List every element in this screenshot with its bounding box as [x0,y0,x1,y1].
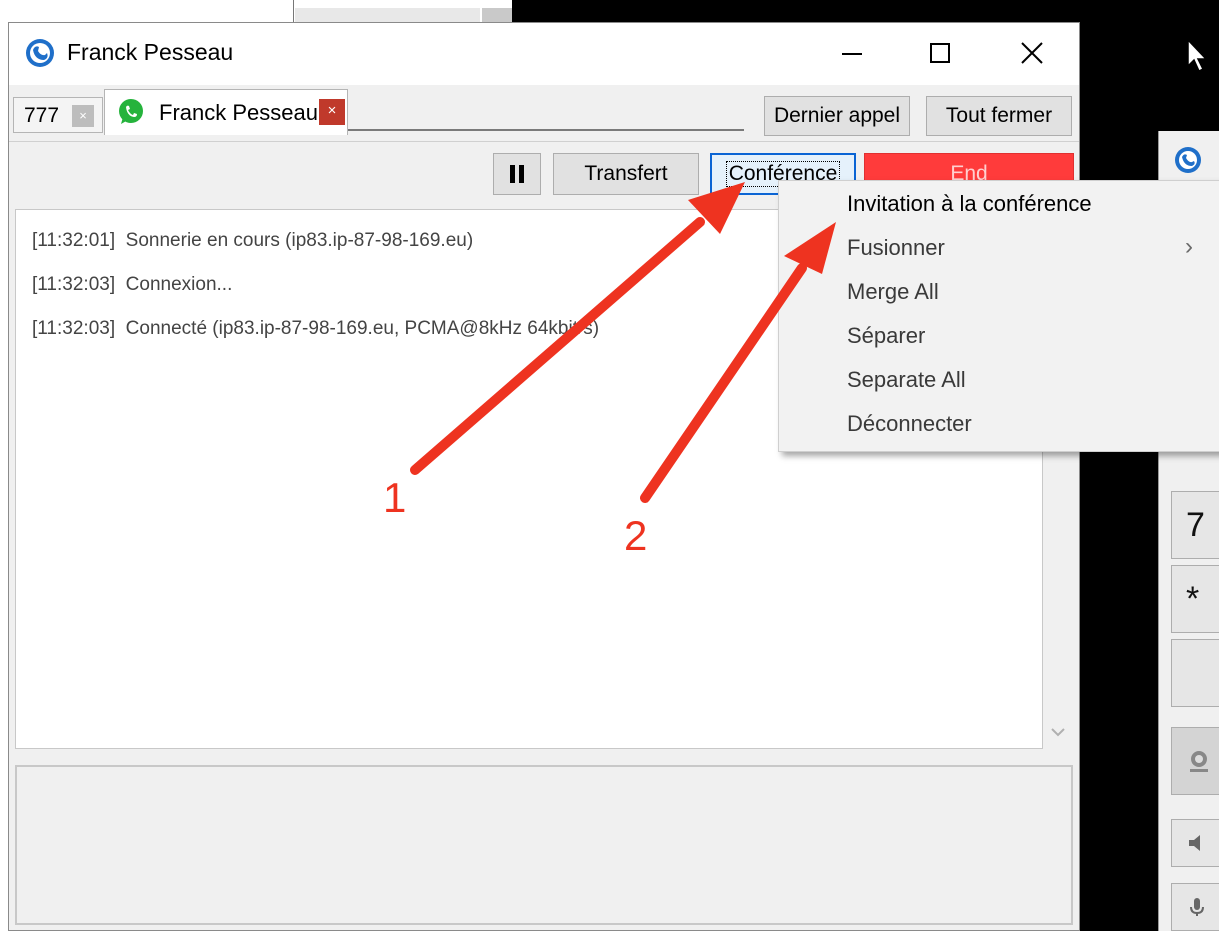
minimize-button[interactable] [829,31,875,75]
mouse-cursor-icon [1187,38,1208,73]
tab-underline [348,129,744,131]
close-all-button[interactable]: Tout fermer [926,96,1072,136]
app-logo-icon [1175,147,1201,173]
microphone-button[interactable] [1171,883,1219,931]
tab-row: 777 × Franck Pesseau × Dernier appel Tou… [9,85,1079,141]
webcam-icon [1190,751,1208,772]
webcam-button[interactable] [1171,727,1219,795]
scroll-down-icon[interactable] [1047,719,1069,745]
close-window-button[interactable] [1009,31,1055,75]
chevron-right-icon: › [1185,233,1193,260]
menu-item-separate[interactable]: Séparer [779,315,1219,359]
window-title: Franck Pesseau [67,39,234,65]
annotation-label-2: 2 [624,512,648,559]
conference-context-menu: Invitation à la conférence Fusionner › M… [778,180,1219,452]
menu-item-disconnect[interactable]: Déconnecter [779,403,1219,447]
last-call-button[interactable]: Dernier appel [764,96,910,136]
close-icon [1021,42,1043,64]
tab-label: 777 [24,104,60,127]
transfer-button[interactable]: Transfert [553,153,699,195]
tab-franck-pesseau[interactable]: Franck Pesseau × [104,89,348,135]
tab-close-button[interactable]: × [319,99,345,125]
dialpad-key-blank[interactable] [1171,639,1219,707]
speaker-icon [1189,835,1200,851]
log-entry: [11:32:03] Connexion... [32,274,233,295]
dialpad-key-star[interactable]: * [1171,565,1219,633]
menu-item-separate-all[interactable]: Separate All [779,359,1219,403]
maximize-button[interactable] [917,31,963,75]
microphone-icon [1190,898,1204,916]
whatsapp-icon [119,99,143,124]
chat-input[interactable] [15,765,1073,925]
divider [9,141,1079,142]
speaker-button[interactable] [1171,819,1219,867]
pause-button[interactable] [493,153,541,195]
title-bar[interactable]: Franck Pesseau [9,23,1079,85]
annotation-label-1: 1 [383,474,407,521]
menu-item-invite-conference[interactable]: Invitation à la conférence [779,183,1219,227]
menu-item-merge-all[interactable]: Merge All [779,271,1219,315]
app-logo-icon [26,39,54,67]
maximize-icon [930,43,950,63]
tab-label: Franck Pesseau [159,100,318,125]
dialpad-key-7[interactable]: 7 [1171,491,1219,559]
log-entry: [11:32:03] Connecté (ip83.ip-87-98-169.e… [32,318,600,339]
pause-icon [510,165,524,183]
tab-close-button[interactable]: × [72,105,94,127]
minimize-icon [842,53,862,55]
menu-item-merge[interactable]: Fusionner › [779,227,1219,271]
call-window: Franck Pesseau 777 × Franck Pesseau × De… [8,22,1080,931]
log-entry: [11:32:01] Sonnerie en cours (ip83.ip-87… [32,230,474,251]
tab-777[interactable]: 777 × [13,97,103,133]
